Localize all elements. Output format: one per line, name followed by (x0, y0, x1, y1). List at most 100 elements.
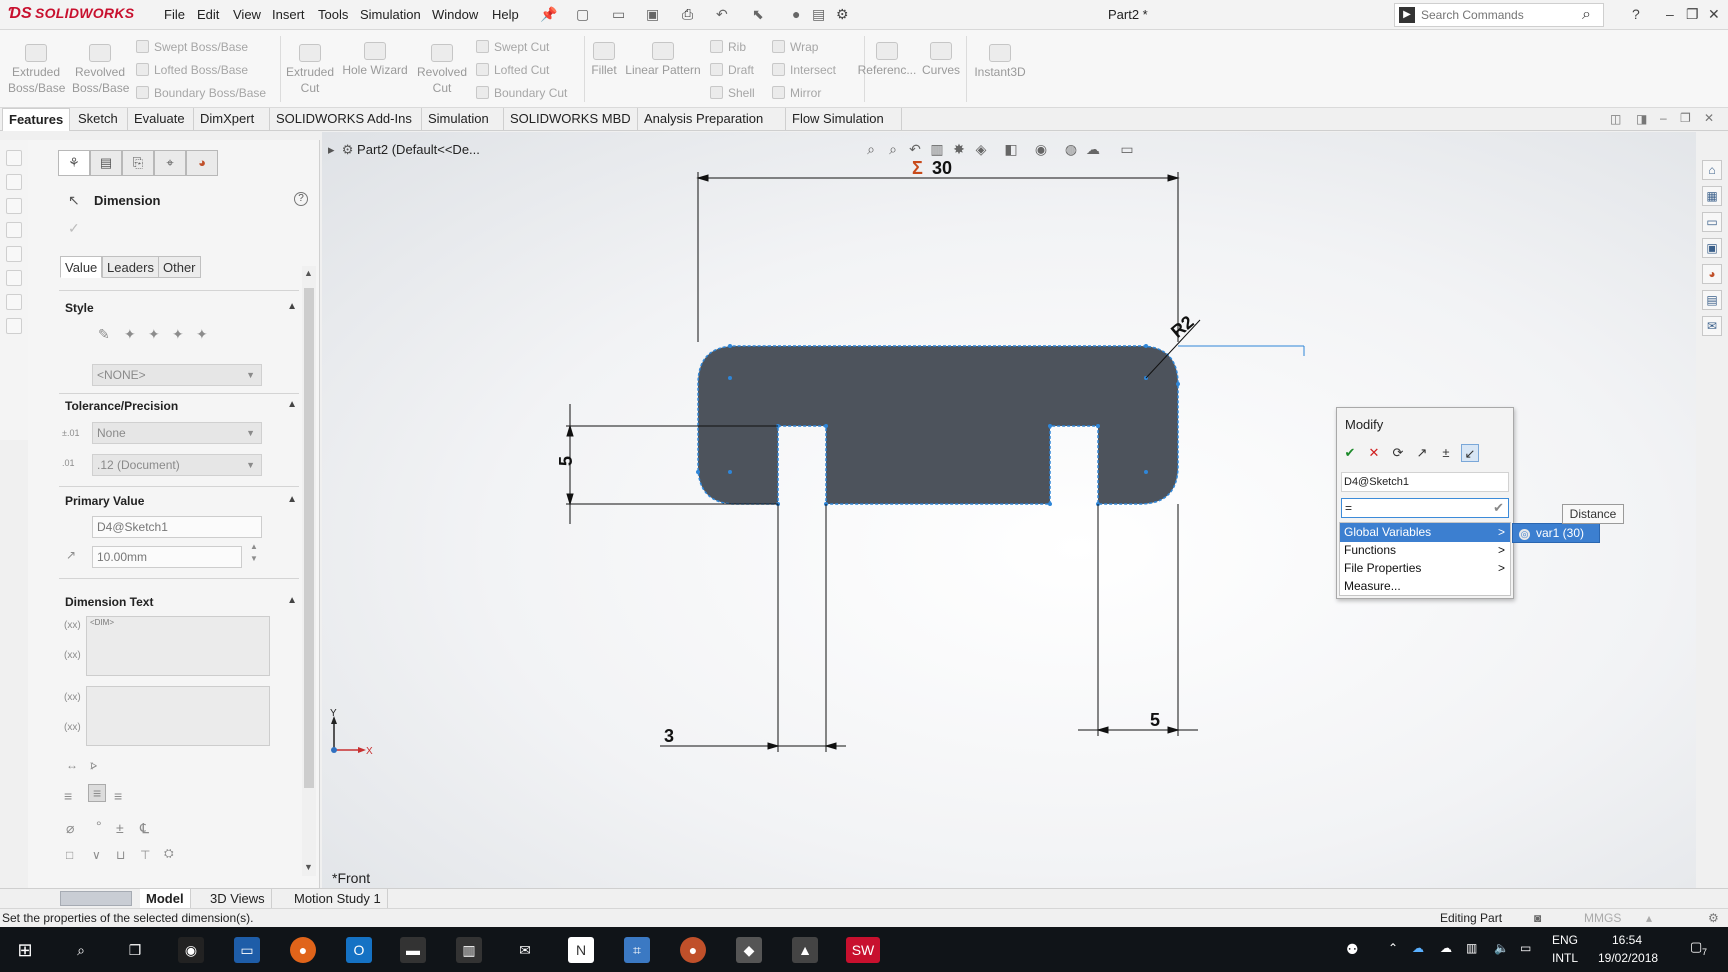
save-style-icon[interactable]: ✦ (172, 326, 184, 343)
equation-check-icon[interactable]: ✔ (1493, 499, 1504, 517)
text-justify-icon[interactable]: ↔ (66, 758, 78, 772)
restore-icon[interactable]: ❐ (1686, 6, 1699, 23)
battery-icon[interactable]: ▭ (1520, 941, 1531, 955)
section-view-icon[interactable]: ▥ (928, 140, 946, 158)
counterbore-icon[interactable]: ⊔ (116, 848, 125, 862)
tools-app-icon[interactable]: ◆ (736, 937, 762, 963)
view-orientation-icon[interactable]: ◈ (972, 140, 990, 158)
mail-icon[interactable]: ✉ (512, 937, 538, 963)
lofted-boss-button[interactable]: Lofted Boss/Base (136, 63, 248, 77)
tab-flow-simulation[interactable]: Flow Simulation (786, 108, 902, 131)
feature-tree-flyout[interactable]: ▸ ⚙ Part2 (Default<<De... (328, 142, 480, 158)
square-symbol-icon[interactable]: □ (66, 848, 73, 862)
slot2-dimension-text[interactable]: 5 (1150, 710, 1160, 730)
scroll-down-icon[interactable]: ▼ (304, 862, 313, 872)
more-symbols-icon[interactable]: ⛭ (164, 846, 174, 861)
spotify-icon[interactable]: ◉ (178, 937, 204, 963)
doc-minimize-icon[interactable]: – (1660, 111, 1667, 125)
height-dimension-text[interactable]: 5 (556, 456, 576, 466)
trim-tool-icon[interactable] (6, 318, 22, 334)
tab-analysis-preparation[interactable]: Analysis Preparation (638, 108, 786, 131)
cloud-icon[interactable]: ☁ (1440, 941, 1452, 955)
design-library-icon[interactable]: ▦ (1702, 186, 1722, 206)
draft-button[interactable]: Draft (710, 63, 754, 77)
reset-spin-icon[interactable]: ↗ (1413, 444, 1431, 462)
units-dropdown-icon[interactable]: ▴ (1646, 909, 1652, 927)
subtab-other[interactable]: Other (158, 256, 201, 278)
smart-dimension-icon[interactable] (6, 174, 22, 190)
solidworks-taskbar-icon[interactable]: SW (846, 937, 880, 963)
width-dimension-text[interactable]: 30 (932, 158, 952, 178)
apply-scene-icon[interactable]: ☁ (1084, 140, 1102, 158)
swept-cut-button[interactable]: Swept Cut (476, 40, 549, 54)
centerline-icon[interactable]: ℄ (140, 820, 149, 837)
search-commands-box[interactable]: ▶ (1394, 3, 1604, 27)
edit-appearance-icon[interactable]: ◍ (1062, 140, 1080, 158)
feature-manager-tab-icon[interactable]: ⚘ (58, 150, 90, 176)
tab-mbd[interactable]: SOLIDWORKS MBD (504, 108, 638, 131)
arc-tool-icon[interactable] (6, 270, 22, 286)
photos-icon[interactable]: ▲ (792, 937, 818, 963)
dim-text-lower-icon[interactable]: (xx) (64, 692, 81, 703)
doc-close-icon[interactable]: ✕ (1704, 111, 1714, 125)
action-center-icon[interactable]: ▢ (1690, 939, 1702, 955)
dimension-text-below[interactable] (86, 686, 270, 746)
layout-icon[interactable]: ◨ (1636, 112, 1647, 126)
text-angle-icon[interactable]: ⦠ (90, 758, 97, 773)
tab-features[interactable]: Features (2, 108, 70, 131)
primary-value-field[interactable]: 10.00mm (92, 546, 242, 568)
pm-help-icon[interactable]: ? (294, 192, 308, 206)
instant3d-button[interactable]: Instant3D (970, 44, 1030, 80)
revolved-cut-button[interactable]: Revolved Cut (414, 44, 470, 96)
hole-wizard-button[interactable]: Hole Wizard (340, 42, 410, 78)
mark-for-drawing-icon[interactable]: ± (1437, 444, 1455, 462)
configuration-manager-tab-icon[interactable]: ⎘ (122, 150, 154, 176)
solidworks-logo[interactable]: ƊS SOLIDWORKS (8, 5, 134, 23)
rebuild-icon[interactable]: ● (792, 6, 800, 22)
save-icon[interactable]: ▣ (646, 6, 659, 23)
collapse-chevron-icon[interactable]: ▲ (287, 399, 297, 410)
pin-icon[interactable]: 📌 (540, 6, 557, 23)
input-language-region[interactable]: INTL (1552, 951, 1578, 965)
align-left-icon[interactable]: ≡ (64, 788, 72, 804)
global-variable-var1[interactable]: ◎ var1 (30) (1512, 523, 1600, 543)
tray-chevron-icon[interactable]: ⌃ (1388, 941, 1398, 955)
menu-file[interactable]: File (164, 7, 185, 22)
chrome-icon[interactable]: ● (290, 937, 316, 963)
view-settings-icon[interactable]: ▭ (1118, 140, 1136, 158)
spin-down-icon[interactable]: ▼ (250, 554, 258, 563)
countersink-icon[interactable]: ∨ (92, 848, 101, 862)
undo-icon[interactable]: ↶ (716, 6, 728, 23)
dimension-text-above[interactable]: <DIM> (86, 616, 270, 676)
precision-select[interactable]: .12 (Document) ▼ (92, 454, 262, 476)
scrollbar-thumb[interactable] (304, 288, 314, 788)
menu-global-variables[interactable]: Global Variables > (1340, 523, 1510, 542)
expand-arrow-icon[interactable]: ▸ (328, 142, 335, 157)
load-style-icon[interactable]: ✦ (196, 326, 208, 343)
plus-minus-icon[interactable]: ± (116, 820, 124, 836)
tab-addins[interactable]: SOLIDWORKS Add-Ins (270, 108, 422, 131)
windows-start-icon[interactable]: ⊞ (12, 937, 38, 963)
clock-time[interactable]: 16:54 (1612, 933, 1642, 947)
spin-up-icon[interactable]: ▲ (250, 542, 258, 551)
outlook-icon[interactable]: O (346, 937, 372, 963)
options-gear-icon[interactable]: ⚙ (836, 6, 849, 23)
boundary-boss-button[interactable]: Boundary Boss/Base (136, 86, 266, 100)
edrawings-icon[interactable]: ⌗ (624, 937, 650, 963)
onedrive-icon[interactable]: ☁ (1412, 941, 1424, 955)
collapse-chevron-icon[interactable]: ▲ (287, 595, 297, 606)
file-explorer-icon[interactable]: ▭ (1702, 212, 1722, 232)
menu-measure[interactable]: Measure... (1340, 577, 1510, 596)
menu-insert[interactable]: Insert (272, 7, 305, 22)
tab-model[interactable]: Model (140, 889, 191, 909)
previous-view-icon[interactable]: ↶ (906, 140, 924, 158)
circle-tool-icon[interactable] (6, 246, 22, 262)
primary-value-group-header[interactable]: Primary Value ▲ (65, 494, 297, 508)
pm-scrollbar[interactable]: ▲ ▼ (302, 266, 316, 876)
zoom-to-area-icon[interactable]: ⌕ (884, 140, 902, 158)
status-settings-icon[interactable]: ⚙ (1708, 909, 1719, 927)
sketch-tool-icon[interactable] (6, 150, 22, 166)
scroll-up-icon[interactable]: ▲ (304, 268, 313, 278)
forum-icon[interactable]: ✉ (1702, 316, 1722, 336)
view-palette-icon[interactable]: ▣ (1702, 238, 1722, 258)
